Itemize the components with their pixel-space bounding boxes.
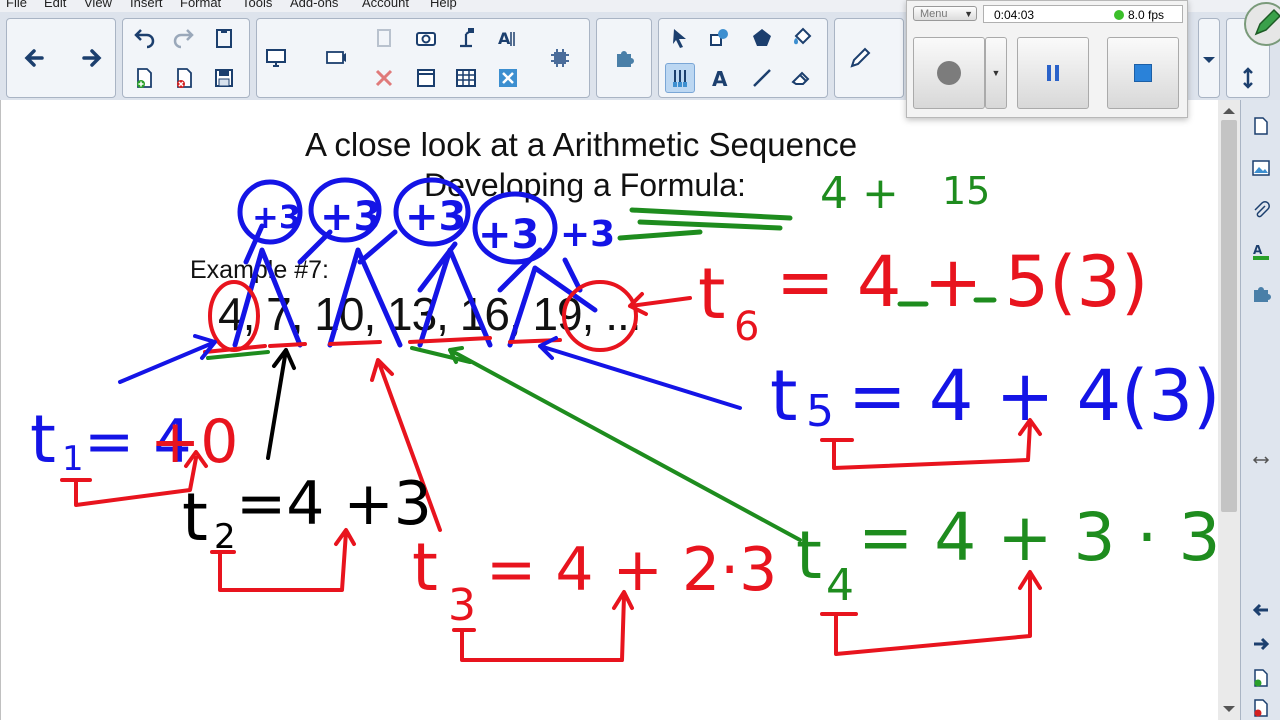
toolbar-group-tools: A [658,18,828,98]
paste-icon[interactable] [209,23,239,53]
polygon-icon[interactable] [747,23,777,53]
menu-insert[interactable]: Insert [130,0,163,10]
redo-icon[interactable] [169,23,199,53]
clipboard-icon[interactable] [369,23,399,53]
pause-button[interactable] [1017,37,1089,109]
pen-tool-icon[interactable] [665,63,695,93]
toolbar-overflow[interactable] [1198,18,1220,98]
toolbar-group-edit [122,18,250,98]
screen-display-icon[interactable] [261,43,291,73]
menu-view[interactable]: View [84,0,112,10]
pause-icon [1047,65,1059,81]
hardware-icon[interactable] [545,43,575,73]
shapes-icon[interactable] [705,23,735,53]
recording-indicator-icon [1114,10,1124,20]
text-icon[interactable]: A [705,63,735,93]
chevron-down-icon: ▼ [991,68,1001,78]
eraser-icon[interactable] [787,63,817,93]
attachments-icon[interactable] [1247,196,1275,224]
page-subtitle: Developing a Formula: [424,167,746,203]
dock-toggle-icon[interactable] [1247,446,1275,474]
spell-icon[interactable]: A [493,23,523,53]
add-on-icon[interactable] [609,43,639,73]
toolbar-group-display: A [256,18,590,98]
record-options-button[interactable]: ▼ [985,37,1007,109]
stop-button[interactable] [1107,37,1179,109]
menu-account[interactable]: Account [362,0,409,10]
delete-page-icon[interactable] [169,63,199,93]
pen-badge-icon [1254,8,1280,36]
menu-file[interactable]: File [6,0,27,10]
screen-shade-icon[interactable] [321,43,351,73]
page-screen-icon[interactable] [411,63,441,93]
table-icon[interactable] [451,63,481,93]
previous-page-icon[interactable] [1247,596,1275,624]
example-label: Example #7: [190,256,329,284]
record-icon [937,61,961,85]
back-arrow-icon[interactable] [19,43,49,73]
add-page-icon[interactable] [1247,664,1275,692]
record-button[interactable] [913,37,985,109]
toolbar-group-addons [596,18,652,98]
pen-icon[interactable] [845,43,875,73]
gallery-icon[interactable] [1247,154,1275,182]
camera-icon[interactable] [411,23,441,53]
delete-icon[interactable] [369,63,399,93]
recorder-window: Menu ▼ 0:04:03 8.0 fps ▼ [906,0,1188,118]
svg-text:A: A [1253,243,1263,257]
recorder-fps: 8.0 fps [1128,8,1165,22]
vertical-scrollbar[interactable] [1218,100,1240,720]
recorder-status-bar: 0:04:03 8.0 fps [983,5,1183,23]
forward-arrow-icon[interactable] [77,43,107,73]
move-toolbar-icon[interactable] [1233,63,1263,93]
recorder-menu-label: Menu [920,8,948,20]
select-arrow-icon[interactable] [665,23,695,53]
chevron-down-icon [1203,57,1215,63]
chevron-down-icon: ▼ [964,9,973,19]
menu-add-ons[interactable]: Add-ons [290,0,338,10]
menu-edit[interactable]: Edit [44,0,66,10]
menu-tools[interactable]: Tools [242,0,272,10]
next-page-icon[interactable] [1247,630,1275,658]
document-camera-icon[interactable] [451,23,481,53]
page-title: A close look at a Arithmetic Sequence [305,126,858,163]
save-icon[interactable] [209,63,239,93]
delete-page-side-icon[interactable] [1247,694,1275,722]
toolbar-group-navigation [6,18,116,98]
undo-icon[interactable] [129,23,159,53]
scroll-thumb[interactable] [1221,120,1237,512]
toolbar-group-pen [834,18,904,98]
side-tabs: A [1240,100,1280,720]
scroll-down-icon[interactable] [1218,702,1240,716]
properties-icon[interactable]: A [1247,238,1275,266]
recorder-elapsed-time: 0:04:03 [994,8,1035,22]
scroll-up-icon[interactable] [1218,104,1240,118]
clear-icon[interactable] [493,63,523,93]
svg-text:A: A [712,67,728,90]
add-ons-side-icon[interactable] [1247,280,1275,308]
sequence-text: 4, 7, 10, 13, 16, 19, ... [218,288,642,340]
svg-text:A: A [498,29,511,48]
menu-format[interactable]: Format [180,0,221,10]
fill-icon[interactable] [787,23,817,53]
line-icon[interactable] [747,63,777,93]
new-page-icon[interactable] [129,63,159,93]
user-pen-badge[interactable] [1244,2,1280,46]
recorder-menu-dropdown[interactable]: Menu ▼ [913,6,977,21]
menu-help[interactable]: Help [430,0,457,10]
stop-icon [1134,64,1152,82]
page-sorter-icon[interactable] [1247,112,1275,140]
